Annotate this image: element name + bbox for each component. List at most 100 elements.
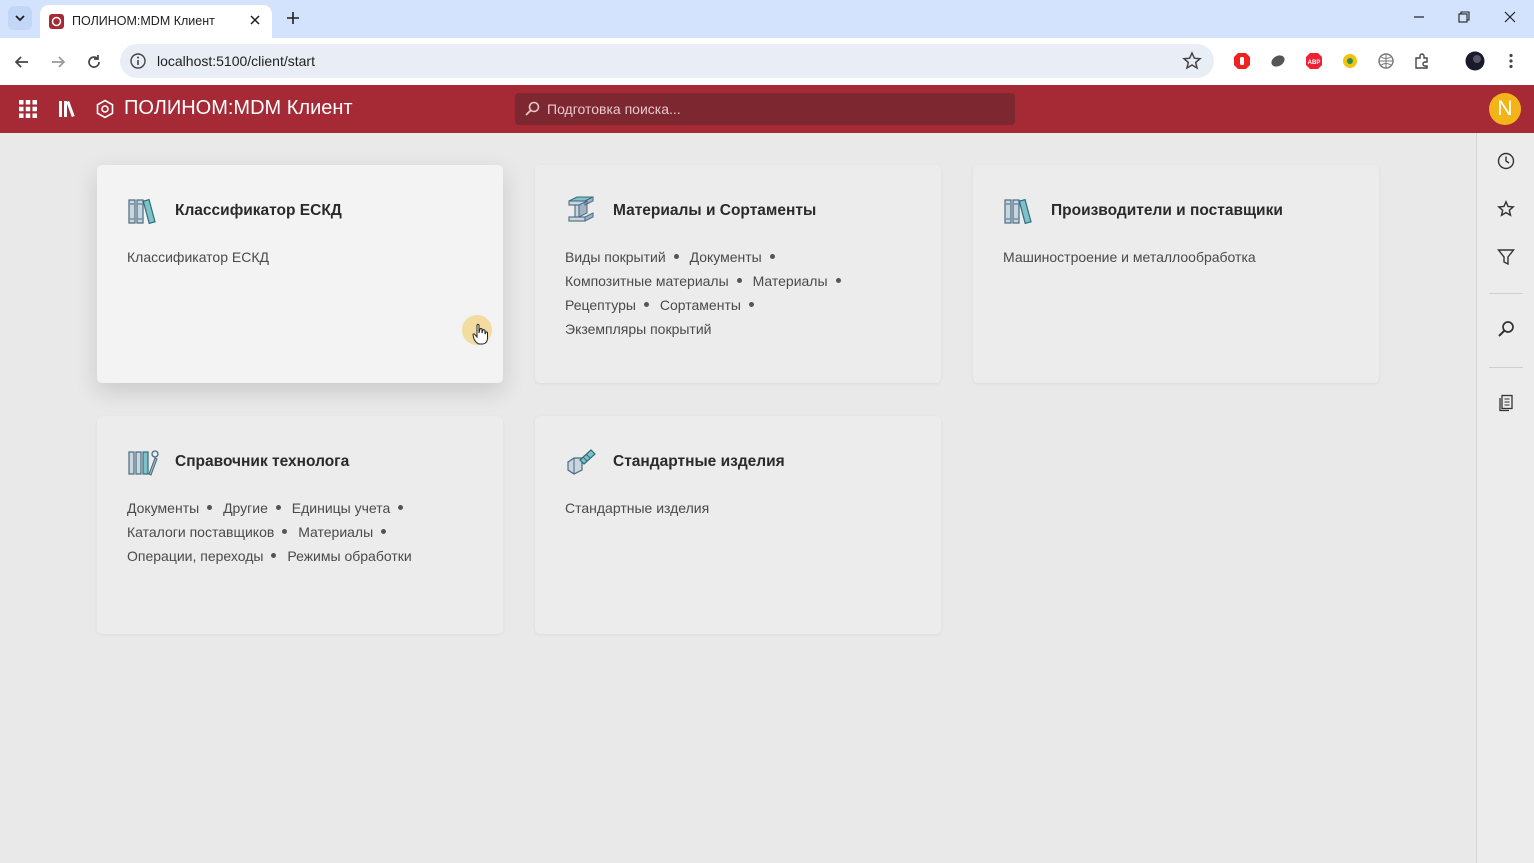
card-title[interactable]: Производители и поставщики: [1051, 202, 1283, 220]
separator-dot: [673, 253, 679, 259]
back-button[interactable]: [10, 50, 34, 74]
card-link[interactable]: Документы: [127, 500, 199, 516]
favorites-button[interactable]: [1494, 197, 1518, 221]
separator-dot: [271, 552, 277, 558]
card-link[interactable]: Классификатор ЕСКД: [127, 249, 269, 265]
card-link[interactable]: Сортаменты: [660, 297, 741, 313]
library-icon[interactable]: [57, 98, 79, 120]
arrow-right-icon: [52, 56, 66, 68]
restore-icon: [1458, 11, 1470, 23]
card-links: Машиностроение и металлообработка: [1003, 245, 1333, 269]
card-link[interactable]: Документы: [690, 249, 762, 265]
card-link[interactable]: Виды покрытий: [565, 249, 666, 265]
documents-button[interactable]: [1494, 391, 1518, 415]
global-search[interactable]: [515, 93, 1015, 125]
minimize-button[interactable]: [1404, 4, 1434, 30]
card-link[interactable]: Стандартные изделия: [565, 500, 709, 516]
card-link[interactable]: Другие: [223, 500, 268, 516]
filter-button[interactable]: [1494, 245, 1518, 269]
card-links: Классификатор ЕСКД: [127, 245, 457, 269]
tab-search-button[interactable]: [8, 6, 32, 30]
separator-dot: [381, 528, 387, 534]
abp-extension-icon[interactable]: ABP: [1305, 52, 1323, 70]
separator-dot: [398, 504, 404, 510]
close-icon: [1504, 11, 1516, 23]
separator-dot: [644, 301, 649, 307]
puzzle-icon[interactable]: [1413, 52, 1431, 70]
card-link[interactable]: Единицы учета: [292, 500, 391, 516]
card-link[interactable]: Операции, переходы: [127, 548, 263, 564]
search-input[interactable]: [547, 93, 997, 125]
card-link[interactable]: Машиностроение и металлообработка: [1003, 249, 1256, 265]
card-links: Документы Другие Единицы учета Каталоги …: [127, 496, 457, 568]
search-button[interactable]: [1494, 317, 1518, 341]
separator-dot: [769, 253, 775, 259]
hand-cursor-icon: [472, 323, 488, 345]
profile-avatar-icon[interactable]: [1465, 51, 1485, 71]
user-avatar[interactable]: N: [1489, 93, 1521, 125]
books-icon: [1004, 198, 1032, 225]
search-icon: [525, 101, 540, 116]
catalog-card-materials[interactable]: Материалы и Сортаменты Виды покрытий Док…: [535, 165, 941, 383]
separator-dot: [835, 277, 841, 283]
bookmark-star-icon[interactable]: [1182, 51, 1202, 71]
new-tab-button[interactable]: [282, 7, 304, 29]
separator-dot: [282, 528, 288, 534]
svg-text:ABP: ABP: [1308, 60, 1321, 66]
catalog-card-eskd[interactable]: Классификатор ЕСКД Классификатор ЕСКД: [97, 165, 503, 383]
address-bar[interactable]: localhost:5100/client/start: [120, 44, 1214, 78]
restore-button[interactable]: [1449, 4, 1479, 30]
card-title[interactable]: Стандартные изделия: [613, 453, 785, 471]
i-beam-icon: [568, 196, 594, 222]
extension-icon[interactable]: [1341, 52, 1359, 70]
apps-grid-icon[interactable]: [18, 99, 38, 119]
catalog-card-manufacturers[interactable]: Производители и поставщики Машиностроени…: [973, 165, 1379, 383]
search-icon: [1498, 321, 1514, 337]
extension-icon[interactable]: [1269, 52, 1287, 70]
card-link[interactable]: Каталоги поставщиков: [127, 524, 274, 540]
card-title[interactable]: Справочник технолога: [175, 453, 349, 471]
star-icon: [1497, 200, 1515, 217]
app-favicon-icon: [49, 14, 64, 29]
card-link[interactable]: Режимы обработки: [287, 548, 411, 564]
chevron-down-icon: [15, 15, 25, 22]
app-header: ПОЛИНОМ:MDM Клиент N: [0, 85, 1534, 133]
separator-dot: [748, 301, 754, 307]
globe-extension-icon[interactable]: [1377, 52, 1395, 70]
logo-icon: [96, 99, 114, 119]
tab-title: ПОЛИНОМ:MDM Клиент: [72, 14, 215, 28]
rail-divider: [1489, 293, 1523, 294]
adblock-extension-icon[interactable]: [1233, 52, 1251, 70]
card-links: Виды покрытий Документы Композитные мате…: [565, 245, 895, 341]
tab-close-button[interactable]: [246, 11, 264, 29]
card-link[interactable]: Рецептуры: [565, 297, 636, 313]
reload-button[interactable]: [82, 50, 106, 74]
browser-toolbar: localhost:5100/client/start ABP: [0, 38, 1534, 85]
card-link[interactable]: Материалы: [298, 524, 373, 540]
card-title[interactable]: Классификатор ЕСКД: [175, 202, 342, 220]
browser-tab[interactable]: ПОЛИНОМ:MDM Клиент: [40, 5, 272, 38]
kebab-menu-icon[interactable]: [1502, 52, 1520, 70]
right-side-rail: [1476, 133, 1534, 863]
books-tools-icon: [128, 450, 159, 476]
bolt-icon: [567, 449, 596, 475]
catalog-card-standard-parts[interactable]: Стандартные изделия Стандартные изделия: [535, 416, 941, 634]
close-window-button[interactable]: [1495, 4, 1525, 30]
reload-icon: [88, 55, 100, 68]
card-title[interactable]: Материалы и Сортаменты: [613, 202, 816, 220]
history-button[interactable]: [1494, 149, 1518, 173]
card-link[interactable]: Материалы: [753, 273, 828, 289]
url-text[interactable]: localhost:5100/client/start: [157, 53, 315, 69]
documents-icon: [1499, 394, 1513, 412]
filter-icon: [1497, 249, 1515, 266]
plus-icon: [287, 12, 299, 24]
catalog-card-technologist[interactable]: Справочник технолога Документы Другие Ед…: [97, 416, 503, 634]
browser-tab-bar: ПОЛИНОМ:MDM Клиент: [0, 0, 1534, 38]
card-link[interactable]: Композитные материалы: [565, 273, 729, 289]
forward-button[interactable]: [46, 50, 70, 74]
minimize-icon: [1414, 16, 1424, 18]
site-info-icon[interactable]: [129, 52, 147, 70]
clock-icon: [1497, 152, 1515, 170]
card-link[interactable]: Экземпляры покрытий: [565, 321, 711, 337]
app-title[interactable]: ПОЛИНОМ:MDM Клиент: [124, 97, 353, 120]
